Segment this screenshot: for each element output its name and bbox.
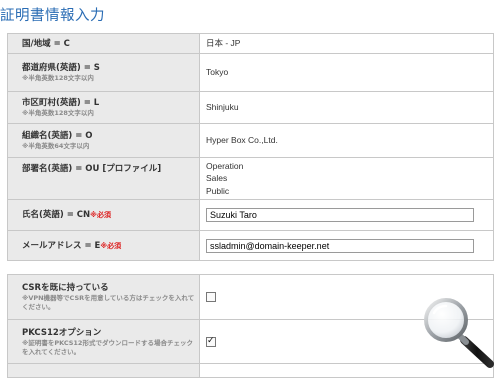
state-value-cell: Tokyo xyxy=(199,53,494,92)
email-label: メールアドレス = E xyxy=(22,240,101,251)
organization-note: ※半角英数64文字以内 xyxy=(22,142,90,150)
organization-value-cell: Hyper Box Co.,Ltd. xyxy=(199,123,494,158)
pkcs12-checkbox[interactable]: ✓ xyxy=(206,334,216,347)
state-note: ※半角英数128文字以内 xyxy=(22,74,94,82)
row-country: 国/地域 = C 日本 - JP xyxy=(7,33,494,54)
locality-value: Shinjuku xyxy=(206,102,239,113)
locality-note: ※半角英数128文字以内 xyxy=(22,109,94,117)
organization-label-cell: 組織名(英語) = O ※半角英数64文字以内 xyxy=(7,123,200,158)
email-input[interactable] xyxy=(206,238,474,253)
form-spacer xyxy=(7,260,494,275)
row-organization: 組織名(英語) = O ※半角英数64文字以内 Hyper Box Co.,Lt… xyxy=(7,123,494,158)
row-locality: 市区町村(英語) = L ※半角英数128文字以内 Shinjuku xyxy=(7,91,494,124)
next-label-cell xyxy=(7,363,200,378)
common-name-label: 氏名(英語) = CN xyxy=(22,210,91,220)
magnifier-icon xyxy=(424,298,494,368)
row-common-name: 氏名(英語) = CN※必須 xyxy=(7,199,494,231)
state-label: 都道府県(英語) = S xyxy=(22,63,100,73)
org-unit-value-cell: Operation Sales Public xyxy=(199,157,494,200)
csr-label: CSRを既に持っている xyxy=(22,283,109,293)
pkcs12-label: PKCS12オプション xyxy=(22,327,102,338)
state-label-cell: 都道府県(英語) = S ※半角英数128文字以内 xyxy=(7,53,200,92)
org-unit-value-2: Sales xyxy=(206,173,228,184)
locality-label: 市区町村(英語) = L xyxy=(22,98,100,108)
common-name-value-cell xyxy=(199,199,494,231)
country-label: 国/地域 = C xyxy=(22,38,70,49)
locality-value-cell: Shinjuku xyxy=(199,91,494,124)
pkcs12-note: ※証明書をPKCS12形式でダウンロードする場合チェックを入れてください。 xyxy=(22,338,193,356)
common-name-required: ※必須 xyxy=(90,211,111,219)
email-label-line: メールアドレス = E※必須 xyxy=(22,240,199,252)
pkcs12-label-cell: PKCS12オプション ※証明書をPKCS12形式でダウンロードする場合チェック… xyxy=(7,319,200,364)
common-name-label-line: 氏名(英語) = CN※必須 xyxy=(22,209,199,221)
page-title: 証明書情報入力 xyxy=(0,8,105,24)
country-label-cell: 国/地域 = C xyxy=(7,33,200,54)
organization-label: 組織名(英語) = O xyxy=(22,131,93,141)
csr-note: ※VPN機器等でCSRを用意している方はチェックを入れてください。 xyxy=(22,294,195,311)
org-unit-label: 部署名(英語) = OU [プロファイル] xyxy=(22,164,162,174)
locality-label-cell: 市区町村(英語) = L ※半角英数128文字以内 xyxy=(7,91,200,124)
row-state: 都道府県(英語) = S ※半角英数128文字以内 Tokyo xyxy=(7,53,494,92)
row-org-unit: 部署名(英語) = OU [プロファイル] Operation Sales Pu… xyxy=(7,157,494,200)
row-email: メールアドレス = E※必須 xyxy=(7,230,494,261)
csr-label-cell: CSRを既に持っている ※VPN機器等でCSRを用意している方はチェックを入れて… xyxy=(7,274,200,320)
email-value-cell xyxy=(199,230,494,261)
common-name-label-cell: 氏名(英語) = CN※必須 xyxy=(7,199,200,231)
email-required: ※必須 xyxy=(100,241,122,250)
org-unit-value-3: Public xyxy=(206,185,230,196)
email-label-cell: メールアドレス = E※必須 xyxy=(7,230,200,261)
state-value: Tokyo xyxy=(206,67,229,78)
organization-value: Hyper Box Co.,Ltd. xyxy=(206,135,278,146)
common-name-input[interactable] xyxy=(206,208,474,222)
org-unit-value-1: Operation xyxy=(206,160,244,171)
csr-checkbox[interactable] xyxy=(206,292,216,303)
country-value-cell: 日本 - JP xyxy=(199,33,494,54)
org-unit-label-cell: 部署名(英語) = OU [プロファイル] xyxy=(7,157,200,200)
country-value: 日本 - JP xyxy=(206,38,241,49)
checkmark-icon: ✓ xyxy=(207,334,215,345)
